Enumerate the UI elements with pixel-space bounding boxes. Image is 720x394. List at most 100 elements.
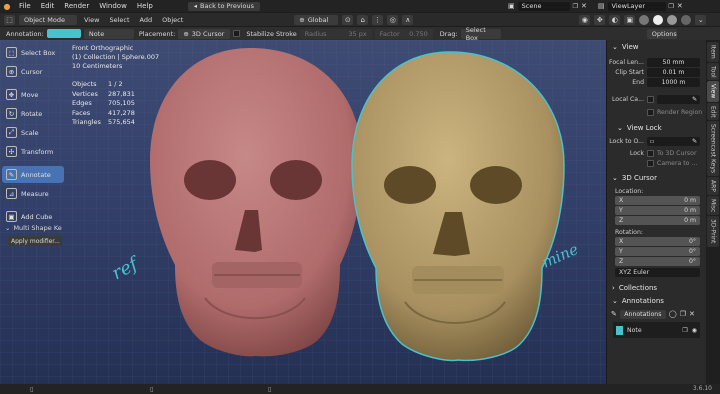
rotation-z-field[interactable]: Z 0° bbox=[615, 257, 700, 266]
3d-cursor-header[interactable]: ⌄ 3D Cursor bbox=[607, 171, 706, 184]
rotation-y-field[interactable]: Y 0° bbox=[615, 247, 700, 256]
local-camera-field[interactable]: ✎ bbox=[657, 94, 700, 104]
menu-edit[interactable]: Edit bbox=[36, 2, 60, 10]
view-layer-copy-icon[interactable]: ❐ bbox=[669, 3, 674, 10]
tab-tool[interactable]: Tool bbox=[707, 62, 719, 81]
snap-target-icon[interactable]: ⋮ bbox=[372, 14, 384, 25]
location-z-field[interactable]: Z 0 m bbox=[615, 216, 700, 225]
new-datablock-icon[interactable]: ❐ bbox=[680, 310, 686, 318]
annotation-layer-dropdown[interactable]: Note bbox=[83, 28, 134, 39]
location-x-field[interactable]: X 0 m bbox=[615, 196, 700, 205]
tool-cursor[interactable]: ⊕ Cursor bbox=[2, 63, 64, 80]
tab-screencast-keys[interactable]: Screencast Keys bbox=[707, 121, 719, 177]
rotation-mode-dropdown[interactable]: XYZ Euler bbox=[615, 268, 700, 277]
scene-close-icon[interactable]: ✕ bbox=[581, 2, 587, 10]
menu-window[interactable]: Window bbox=[94, 2, 132, 10]
drag-dropdown[interactable]: Select Box bbox=[460, 26, 501, 42]
rotation-x-field[interactable]: X 0° bbox=[615, 237, 700, 246]
reference-skull[interactable] bbox=[150, 48, 362, 357]
scene-name-field[interactable]: Scene bbox=[517, 1, 570, 11]
annotations-header[interactable]: ⌄ Annotations bbox=[607, 294, 706, 307]
wireframe-shading-icon[interactable] bbox=[639, 14, 650, 25]
tool-rotate[interactable]: ↻ Rotate bbox=[2, 105, 64, 122]
tab-edit[interactable]: Edit bbox=[707, 102, 719, 121]
layer-name[interactable]: Note bbox=[627, 327, 678, 334]
menu-file[interactable]: File bbox=[14, 2, 36, 10]
stabilize-label: Stabilize Stroke bbox=[246, 29, 297, 38]
menu-add[interactable]: Add bbox=[137, 16, 156, 24]
shading-options-icon[interactable]: ⌄ bbox=[695, 14, 707, 25]
solid-shading-icon[interactable] bbox=[653, 14, 664, 25]
to-3d-cursor-checkbox[interactable] bbox=[647, 149, 654, 157]
blender-logo-icon[interactable]: ● bbox=[0, 0, 14, 12]
view-lock-header[interactable]: ⌄ View Lock bbox=[607, 121, 706, 134]
tool-move[interactable]: ✥ Move bbox=[2, 86, 64, 103]
apply-modifier-button[interactable]: Apply modifier... bbox=[8, 236, 62, 246]
options-dropdown[interactable]: Options bbox=[646, 28, 677, 39]
proportional-edit-icon[interactable]: ◎ bbox=[387, 14, 399, 25]
tool-transform[interactable]: ✣ Transform bbox=[2, 143, 64, 160]
stabilize-checkbox[interactable] bbox=[233, 30, 241, 37]
menu-render[interactable]: Render bbox=[59, 2, 94, 10]
scene-copy-icon[interactable]: ❐ bbox=[573, 3, 578, 10]
menu-view[interactable]: View bbox=[81, 16, 102, 24]
menu-select[interactable]: Select bbox=[106, 16, 132, 24]
material-shading-icon[interactable] bbox=[667, 14, 678, 25]
lock-object-field[interactable]: ▫ ✎ bbox=[647, 136, 700, 146]
clip-end-field[interactable]: 1000 m bbox=[647, 77, 700, 87]
pivot-icon[interactable]: ⊙ bbox=[342, 14, 354, 25]
tab-view[interactable]: View bbox=[707, 81, 719, 102]
camera-to-view-checkbox[interactable] bbox=[647, 159, 654, 167]
eye-icon[interactable]: ◉ bbox=[692, 327, 697, 334]
tab-misc[interactable]: Misc bbox=[707, 196, 719, 216]
stat-value: 1 / 2 bbox=[108, 80, 123, 88]
unlink-icon[interactable]: ✕ bbox=[689, 310, 695, 318]
collections-header[interactable]: › Collections bbox=[607, 281, 706, 294]
clip-start-field[interactable]: 0.01 m bbox=[647, 67, 700, 77]
menu-help[interactable]: Help bbox=[132, 2, 158, 10]
onion-skin-icon[interactable]: ❐ bbox=[682, 327, 687, 334]
tab-3d-print[interactable]: 3D-Print bbox=[707, 216, 719, 247]
local-camera-checkbox[interactable] bbox=[647, 95, 654, 103]
multi-shape-header[interactable]: ⌄ Multi Shape Ke bbox=[2, 222, 64, 234]
tool-measure[interactable]: ⊿ Measure bbox=[2, 185, 64, 202]
scene-icon[interactable]: ▣ bbox=[508, 2, 515, 10]
gizmo-icon[interactable]: ✥ bbox=[594, 14, 606, 25]
factor-field[interactable]: Factor 0.750 bbox=[374, 28, 433, 39]
layer-color-swatch[interactable] bbox=[616, 325, 623, 335]
view-layer-field[interactable]: ViewLayer bbox=[607, 1, 666, 11]
back-to-previous-button[interactable]: ◂ Back to Previous bbox=[187, 1, 260, 11]
overlay-icon[interactable]: ◐ bbox=[609, 14, 621, 25]
tab-arp[interactable]: ARP bbox=[707, 177, 719, 196]
transform-orientation-dropdown[interactable]: ⊕ Global bbox=[294, 14, 339, 25]
mode-dropdown[interactable]: Object Mode bbox=[19, 14, 77, 25]
menu-object[interactable]: Object bbox=[159, 16, 186, 24]
annotations-datablock-field[interactable]: Annotations bbox=[619, 309, 666, 319]
3d-cursor-title: 3D Cursor bbox=[621, 173, 657, 182]
tool-select-box[interactable]: ⬚ Select Box bbox=[2, 44, 64, 61]
radius-field[interactable]: Radius 35 px bbox=[299, 28, 372, 39]
view-layer-close-icon[interactable]: ✕ bbox=[677, 2, 683, 10]
view-layer-icon[interactable]: ▤ bbox=[598, 2, 605, 10]
stat-value: 417,278 bbox=[108, 108, 135, 117]
tool-scale[interactable]: ⤢ Scale bbox=[2, 124, 64, 141]
xray-icon[interactable]: ▣ bbox=[624, 14, 636, 25]
render-region-label: Render Region bbox=[657, 108, 703, 116]
editor-type-icon[interactable]: ⬚ bbox=[4, 14, 15, 25]
axis-value: 0° bbox=[688, 238, 696, 245]
focal-length-field[interactable]: 50 mm bbox=[647, 57, 700, 67]
annotation-color-swatch[interactable] bbox=[46, 29, 81, 38]
view-panel-header[interactable]: ⌄ View bbox=[607, 40, 706, 53]
render-region-checkbox[interactable] bbox=[647, 108, 654, 116]
placement-dropdown[interactable]: ⊕ 3D Cursor bbox=[178, 28, 231, 39]
snap-icon[interactable]: ⌂ bbox=[357, 14, 369, 25]
rendered-shading-icon[interactable] bbox=[681, 14, 692, 25]
properties-sidebar: ⌄ View Focal Len... 50 mm Clip Start 0.01 m… bbox=[606, 40, 706, 384]
fake-user-icon[interactable]: ◯ bbox=[669, 310, 677, 318]
tool-annotate[interactable]: ✎ Annotate bbox=[2, 166, 64, 183]
falloff-icon[interactable]: ∧ bbox=[402, 14, 414, 25]
visibility-icon[interactable]: ◉ bbox=[579, 14, 591, 25]
location-y-field[interactable]: Y 0 m bbox=[615, 206, 700, 215]
my-skull[interactable] bbox=[351, 51, 565, 362]
tab-item[interactable]: Item bbox=[707, 42, 719, 62]
